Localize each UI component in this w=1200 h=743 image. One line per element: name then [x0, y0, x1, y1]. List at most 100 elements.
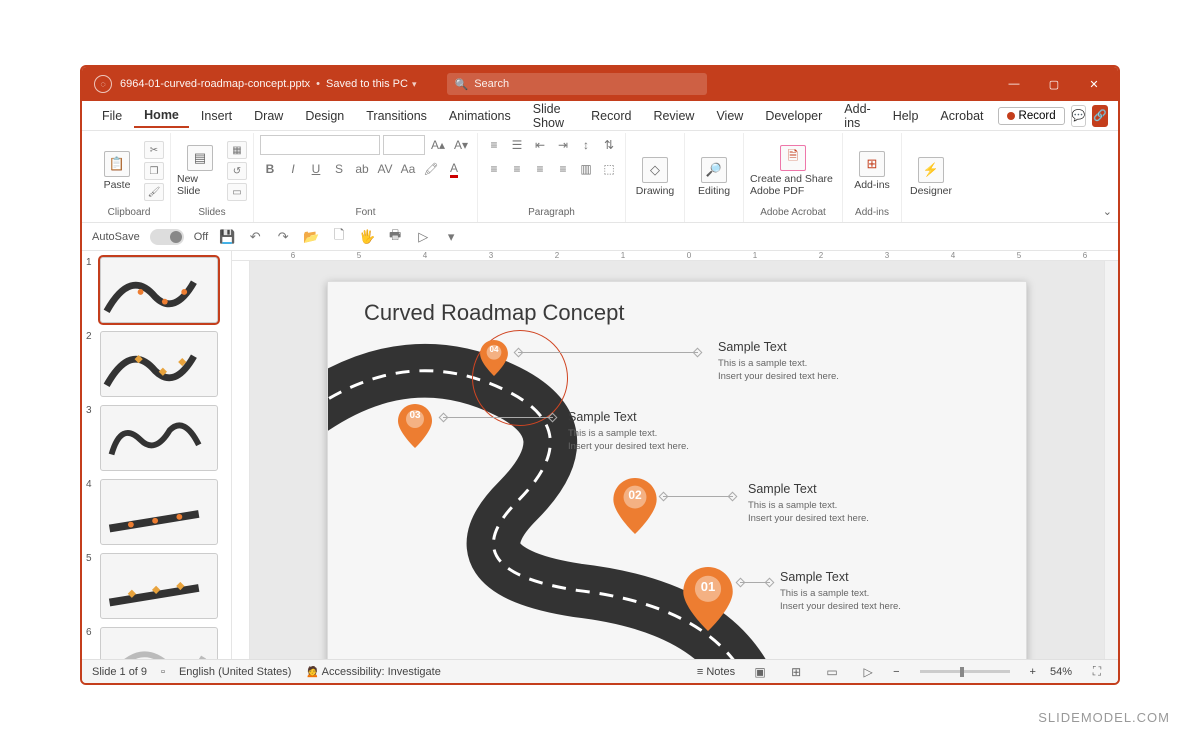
- autosave-toggle[interactable]: [150, 229, 184, 245]
- tab-slideshow[interactable]: Slide Show: [523, 98, 579, 134]
- accessibility-status[interactable]: 🙍 Accessibility: Investigate: [305, 665, 440, 678]
- new-button[interactable]: 🗋: [330, 228, 348, 246]
- reading-view-button[interactable]: ▭: [821, 663, 843, 681]
- save-status[interactable]: Saved to this PC▾: [326, 78, 416, 90]
- thumbnail-5[interactable]: [100, 553, 218, 619]
- sorter-view-button[interactable]: ⊞: [785, 663, 807, 681]
- share-button[interactable]: 🔗: [1092, 105, 1108, 127]
- spacing-button[interactable]: AV: [375, 159, 395, 179]
- start-button[interactable]: ▷: [414, 228, 432, 246]
- copy-button[interactable]: ❐: [144, 162, 164, 180]
- notes-button[interactable]: ≡ Notes: [697, 666, 735, 678]
- underline-button[interactable]: U: [306, 159, 326, 179]
- thumbnail-6[interactable]: [100, 627, 218, 659]
- align-right-button[interactable]: ≡: [530, 159, 550, 179]
- bullets-button[interactable]: ≡: [484, 135, 504, 155]
- tab-file[interactable]: File: [92, 105, 132, 127]
- open-button[interactable]: 📂: [302, 228, 320, 246]
- text-block-4[interactable]: Sample TextThis is a sample text.Insert …: [718, 340, 839, 384]
- layout-button[interactable]: ▦: [227, 141, 247, 159]
- zoom-out-button[interactable]: −: [893, 666, 899, 678]
- tab-view[interactable]: View: [706, 105, 753, 127]
- slideshow-view-button[interactable]: ▷: [857, 663, 879, 681]
- highlight-button[interactable]: 🖍: [421, 159, 441, 179]
- new-slide-button[interactable]: ▤New Slide: [177, 140, 223, 202]
- undo-button[interactable]: ↶: [246, 228, 264, 246]
- font-color-button[interactable]: A: [444, 159, 464, 179]
- search-input[interactable]: [474, 78, 698, 90]
- align-center-button[interactable]: ≡: [507, 159, 527, 179]
- road-graphic[interactable]: [328, 282, 1026, 659]
- font-family-combo[interactable]: [260, 135, 380, 155]
- thumbnail-4[interactable]: [100, 479, 218, 545]
- increase-font-button[interactable]: A▴: [428, 135, 448, 155]
- editing-button[interactable]: 🔎Editing: [691, 146, 737, 208]
- columns-button[interactable]: ▥: [576, 159, 596, 179]
- cut-button[interactable]: ✂: [144, 141, 164, 159]
- print-button[interactable]: 🖶: [386, 228, 404, 246]
- save-button[interactable]: 💾: [218, 228, 236, 246]
- numbering-button[interactable]: ☰: [507, 135, 527, 155]
- tab-home[interactable]: Home: [134, 104, 189, 128]
- tab-animations[interactable]: Animations: [439, 105, 521, 127]
- collapse-ribbon-button[interactable]: ⌄: [1103, 205, 1112, 218]
- pin-01[interactable]: 01: [683, 567, 733, 631]
- zoom-slider[interactable]: [920, 670, 1010, 673]
- addins-button[interactable]: ⊞Add-ins: [849, 140, 895, 202]
- maximize-button[interactable]: ▢: [1034, 67, 1074, 101]
- paste-button[interactable]: 📋Paste: [94, 140, 140, 202]
- close-button[interactable]: ✕: [1074, 67, 1114, 101]
- tab-record[interactable]: Record: [581, 105, 641, 127]
- slide-thumbnails-panel[interactable]: 1 2 3 4 5 6: [82, 251, 232, 659]
- slide-stage[interactable]: Curved Roadmap Concept 01: [250, 261, 1104, 659]
- bold-button[interactable]: B: [260, 159, 280, 179]
- pin-02[interactable]: 02: [613, 478, 657, 534]
- justify-button[interactable]: ≡: [553, 159, 573, 179]
- line-spacing-button[interactable]: ↕: [576, 135, 596, 155]
- normal-view-button[interactable]: ▣: [749, 663, 771, 681]
- thumbnail-3[interactable]: [100, 405, 218, 471]
- tab-insert[interactable]: Insert: [191, 105, 242, 127]
- decrease-font-button[interactable]: A▾: [451, 135, 471, 155]
- slide-canvas[interactable]: Curved Roadmap Concept 01: [327, 281, 1027, 659]
- text-block-3[interactable]: Sample TextThis is a sample text.Insert …: [568, 410, 689, 454]
- comments-button[interactable]: 💬: [1071, 105, 1087, 127]
- redo-button[interactable]: ↷: [274, 228, 292, 246]
- case-button[interactable]: Aa: [398, 159, 418, 179]
- indent-dec-button[interactable]: ⇤: [530, 135, 550, 155]
- more-button[interactable]: ▾: [442, 228, 460, 246]
- format-painter-button[interactable]: 🖌: [144, 183, 164, 201]
- text-direction-button[interactable]: ⇅: [599, 135, 619, 155]
- tab-addins[interactable]: Add-ins: [834, 98, 880, 134]
- text-block-2[interactable]: Sample TextThis is a sample text.Insert …: [748, 482, 869, 526]
- section-button[interactable]: ▭: [227, 183, 247, 201]
- fit-button[interactable]: ⛶: [1086, 663, 1108, 681]
- indent-inc-button[interactable]: ⇥: [553, 135, 573, 155]
- designer-button[interactable]: ⚡Designer: [908, 146, 954, 208]
- thumbnail-2[interactable]: [100, 331, 218, 397]
- tab-help[interactable]: Help: [883, 105, 929, 127]
- tab-acrobat[interactable]: Acrobat: [930, 105, 993, 127]
- strike-button[interactable]: S: [329, 159, 349, 179]
- tab-draw[interactable]: Draw: [244, 105, 293, 127]
- search-box[interactable]: 🔍: [447, 73, 707, 95]
- thumbnail-1[interactable]: [100, 257, 218, 323]
- text-block-1[interactable]: Sample TextThis is a sample text.Insert …: [780, 570, 901, 614]
- drawing-button[interactable]: ◇Drawing: [632, 146, 678, 208]
- touch-button[interactable]: 🖐: [358, 228, 376, 246]
- reset-button[interactable]: ↺: [227, 162, 247, 180]
- language-status[interactable]: English (United States): [179, 666, 292, 678]
- shadow-button[interactable]: ab: [352, 159, 372, 179]
- zoom-in-button[interactable]: +: [1030, 666, 1036, 678]
- align-left-button[interactable]: ≡: [484, 159, 504, 179]
- zoom-level[interactable]: 54%: [1050, 666, 1072, 678]
- tab-review[interactable]: Review: [643, 105, 704, 127]
- minimize-button[interactable]: —: [994, 67, 1034, 101]
- tab-developer[interactable]: Developer: [755, 105, 832, 127]
- slide-counter[interactable]: Slide 1 of 9: [92, 666, 147, 678]
- tab-transitions[interactable]: Transitions: [356, 105, 437, 127]
- smartart-button[interactable]: ⬚: [599, 159, 619, 179]
- create-pdf-button[interactable]: 🗎Create and Share Adobe PDF: [750, 140, 836, 202]
- pin-04[interactable]: 04: [480, 340, 508, 376]
- vertical-scrollbar[interactable]: [1104, 261, 1118, 659]
